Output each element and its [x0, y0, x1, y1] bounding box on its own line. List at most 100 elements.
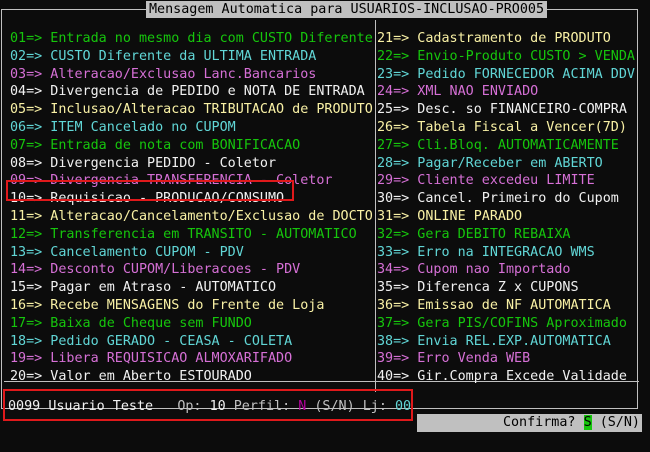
option-code: 22=>: [377, 48, 410, 64]
option-code: 40=>: [377, 369, 410, 385]
option-item[interactable]: 25=> Desc. so FINANCEIRO-COMPRA: [377, 101, 635, 119]
option-item[interactable]: 08=> Divergencia PEDIDO - Coletor: [10, 155, 373, 173]
option-code: 04=>: [10, 84, 43, 100]
option-item[interactable]: 14=> Desconto CUPOM/Liberacoes - PDV: [10, 261, 373, 279]
option-item[interactable]: 05=> Inclusao/Alteracao TRIBUTACAO de PR…: [10, 101, 373, 119]
option-code: 26=>: [377, 119, 410, 135]
option-label: Inclusao/Alteracao TRIBUTACAO de PRODUTO: [42, 102, 373, 118]
option-item[interactable]: 40=> Gir.Compra Excede Validade: [377, 368, 635, 386]
option-item[interactable]: 33=> Erro na INTEGRACAO WMS: [377, 244, 635, 262]
option-code: 19=>: [10, 351, 43, 367]
option-label: ITEM Cancelado no CUPOM: [42, 119, 236, 135]
option-item[interactable]: 36=> Emissao de NF AUTOMATICA: [377, 297, 635, 315]
option-item[interactable]: 06=> ITEM Cancelado no CUPOM: [10, 119, 373, 137]
highlight-user-info: [3, 389, 413, 421]
option-code: 17=>: [10, 315, 43, 331]
option-code: 16=>: [10, 297, 43, 313]
option-label: Pedido FORNECEDOR ACIMA DDV: [409, 66, 635, 82]
option-item[interactable]: 13=> Cancelamento CUPOM - PDV: [10, 244, 373, 262]
option-code: 13=>: [10, 244, 43, 260]
option-code: 36=>: [377, 297, 410, 313]
option-code: 03=>: [10, 66, 43, 82]
confirm-label: Confirma?: [502, 415, 576, 430]
option-code: 02=>: [10, 48, 43, 64]
option-code: 25=>: [377, 102, 410, 118]
option-item[interactable]: 32=> Gera DEBITO REBAIXA: [377, 226, 635, 244]
option-label: Erro na INTEGRACAO WMS: [409, 244, 595, 260]
option-code: 28=>: [377, 155, 410, 171]
option-label: Entrada de nota com BONIFICACAO: [42, 137, 301, 153]
option-code: 35=>: [377, 280, 410, 296]
option-label: Baixa de Cheque sem FUNDO: [42, 315, 252, 331]
option-label: Diferenca Z x CUPONS: [409, 280, 579, 296]
option-code: 24=>: [377, 84, 410, 100]
option-label: Gir.Compra Excede Validade: [409, 369, 627, 385]
option-item[interactable]: 01=> Entrada no mesmo dia com CUSTO Dife…: [10, 30, 373, 48]
option-code: 37=>: [377, 315, 410, 331]
left-option-list: 01=> Entrada no mesmo dia com CUSTO Dife…: [10, 30, 373, 386]
option-label: CUSTO Diferente da ULTIMA ENTRADA: [42, 48, 317, 64]
option-label: Cadastramento de PRODUTO: [409, 31, 611, 46]
option-item[interactable]: 38=> Envia REL.EXP.AUTOMATICA: [377, 333, 635, 351]
option-item[interactable]: 27=> Cli.Bloq. AUTOMATICAMENTE: [377, 137, 635, 155]
option-label: Pedido GERADO - CEASA - COLETA: [42, 333, 293, 349]
confirm-input[interactable]: S: [583, 415, 592, 430]
option-item[interactable]: 11=> Alteracao/Cancelamento/Exclusao de …: [10, 208, 373, 226]
option-item[interactable]: 02=> CUSTO Diferente da ULTIMA ENTRADA: [10, 48, 373, 66]
option-code: 06=>: [10, 119, 43, 135]
option-code: 12=>: [10, 226, 43, 242]
option-item[interactable]: 35=> Diferenca Z x CUPONS: [377, 279, 635, 297]
option-item[interactable]: 29=> Cliente excedeu LIMITE: [377, 172, 635, 190]
option-item[interactable]: 23=> Pedido FORNECEDOR ACIMA DDV: [377, 66, 635, 84]
option-item[interactable]: 18=> Pedido GERADO - CEASA - COLETA: [10, 333, 373, 351]
option-label: Pagar em Atraso - AUTOMATICO: [42, 280, 277, 296]
option-code: 34=>: [377, 262, 410, 278]
option-item[interactable]: 26=> Tabela Fiscal a Vencer(7D): [377, 119, 635, 137]
option-label: Cli.Bloq. AUTOMATICAMENTE: [409, 137, 619, 153]
option-code: 11=>: [10, 208, 43, 224]
option-code: 01=>: [10, 31, 43, 46]
option-label: Tabela Fiscal a Vencer(7D): [409, 119, 627, 135]
option-label: Cancelamento CUPOM - PDV: [42, 244, 244, 260]
option-label: Gera PIS/COFINS Aproximado: [409, 315, 627, 331]
option-code: 15=>: [10, 280, 43, 296]
option-label: Erro Venda WEB: [409, 351, 531, 367]
option-code: 20=>: [10, 369, 43, 385]
option-label: Alteracao/Cancelamento/Exclusao de DOCTO: [42, 208, 373, 224]
option-label: Divergencia de PEDIDO e NOTA DE ENTRADA: [42, 84, 365, 100]
option-code: 33=>: [377, 244, 410, 260]
option-code: 29=>: [377, 173, 410, 189]
option-item[interactable]: 16=> Recebe MENSAGENS do Frente de Loja: [10, 297, 373, 315]
option-item[interactable]: 31=> ONLINE PARADO: [377, 208, 635, 226]
option-code: 21=>: [377, 31, 410, 46]
option-item[interactable]: 20=> Valor em Aberto ESTOURADO: [10, 368, 373, 386]
confirm-options: (S/N): [599, 415, 640, 430]
option-item[interactable]: 17=> Baixa de Cheque sem FUNDO: [10, 315, 373, 333]
option-item[interactable]: 19=> Libera REQUISICAO ALMOXARIFADO: [10, 350, 373, 368]
option-label: Cliente excedeu LIMITE: [409, 173, 595, 189]
option-code: 39=>: [377, 351, 410, 367]
option-item[interactable]: 24=> XML NAO ENVIADO: [377, 83, 635, 101]
option-code: 23=>: [377, 66, 410, 82]
option-item[interactable]: 28=> Pagar/Receber em ABERTO: [377, 155, 635, 173]
option-label: ONLINE PARADO: [409, 208, 523, 224]
option-item[interactable]: 03=> Alteracao/Exclusao Lanc.Bancarios: [10, 66, 373, 84]
option-item[interactable]: 39=> Erro Venda WEB: [377, 350, 635, 368]
option-item[interactable]: 22=> Envio-Produto CUSTO > VENDA: [377, 48, 635, 66]
message-window: 01=> Entrada no mesmo dia com CUSTO Dife…: [1, 9, 639, 409]
option-item[interactable]: 15=> Pagar em Atraso - AUTOMATICO: [10, 279, 373, 297]
option-code: 31=>: [377, 208, 410, 224]
option-code: 08=>: [10, 155, 43, 171]
option-item[interactable]: 34=> Cupom nao Importado: [377, 261, 635, 279]
option-code: 30=>: [377, 191, 410, 207]
option-item[interactable]: 30=> Cancel. Primeiro do Cupom: [377, 190, 635, 208]
option-item[interactable]: 21=> Cadastramento de PRODUTO: [377, 30, 635, 48]
option-item[interactable]: 04=> Divergencia de PEDIDO e NOTA DE ENT…: [10, 83, 373, 101]
option-label: Cupom nao Importado: [409, 262, 571, 278]
option-item[interactable]: 07=> Entrada de nota com BONIFICACAO: [10, 137, 373, 155]
option-label: Cancel. Primeiro do Cupom: [409, 191, 619, 207]
option-item[interactable]: 12=> Transferencia em TRANSITO - AUTOMAT…: [10, 226, 373, 244]
option-label: Divergencia PEDIDO - Coletor: [42, 155, 277, 171]
option-item[interactable]: 37=> Gera PIS/COFINS Aproximado: [377, 315, 635, 333]
right-option-list: 21=> Cadastramento de PRODUTO 22=> Envio-…: [377, 30, 635, 386]
